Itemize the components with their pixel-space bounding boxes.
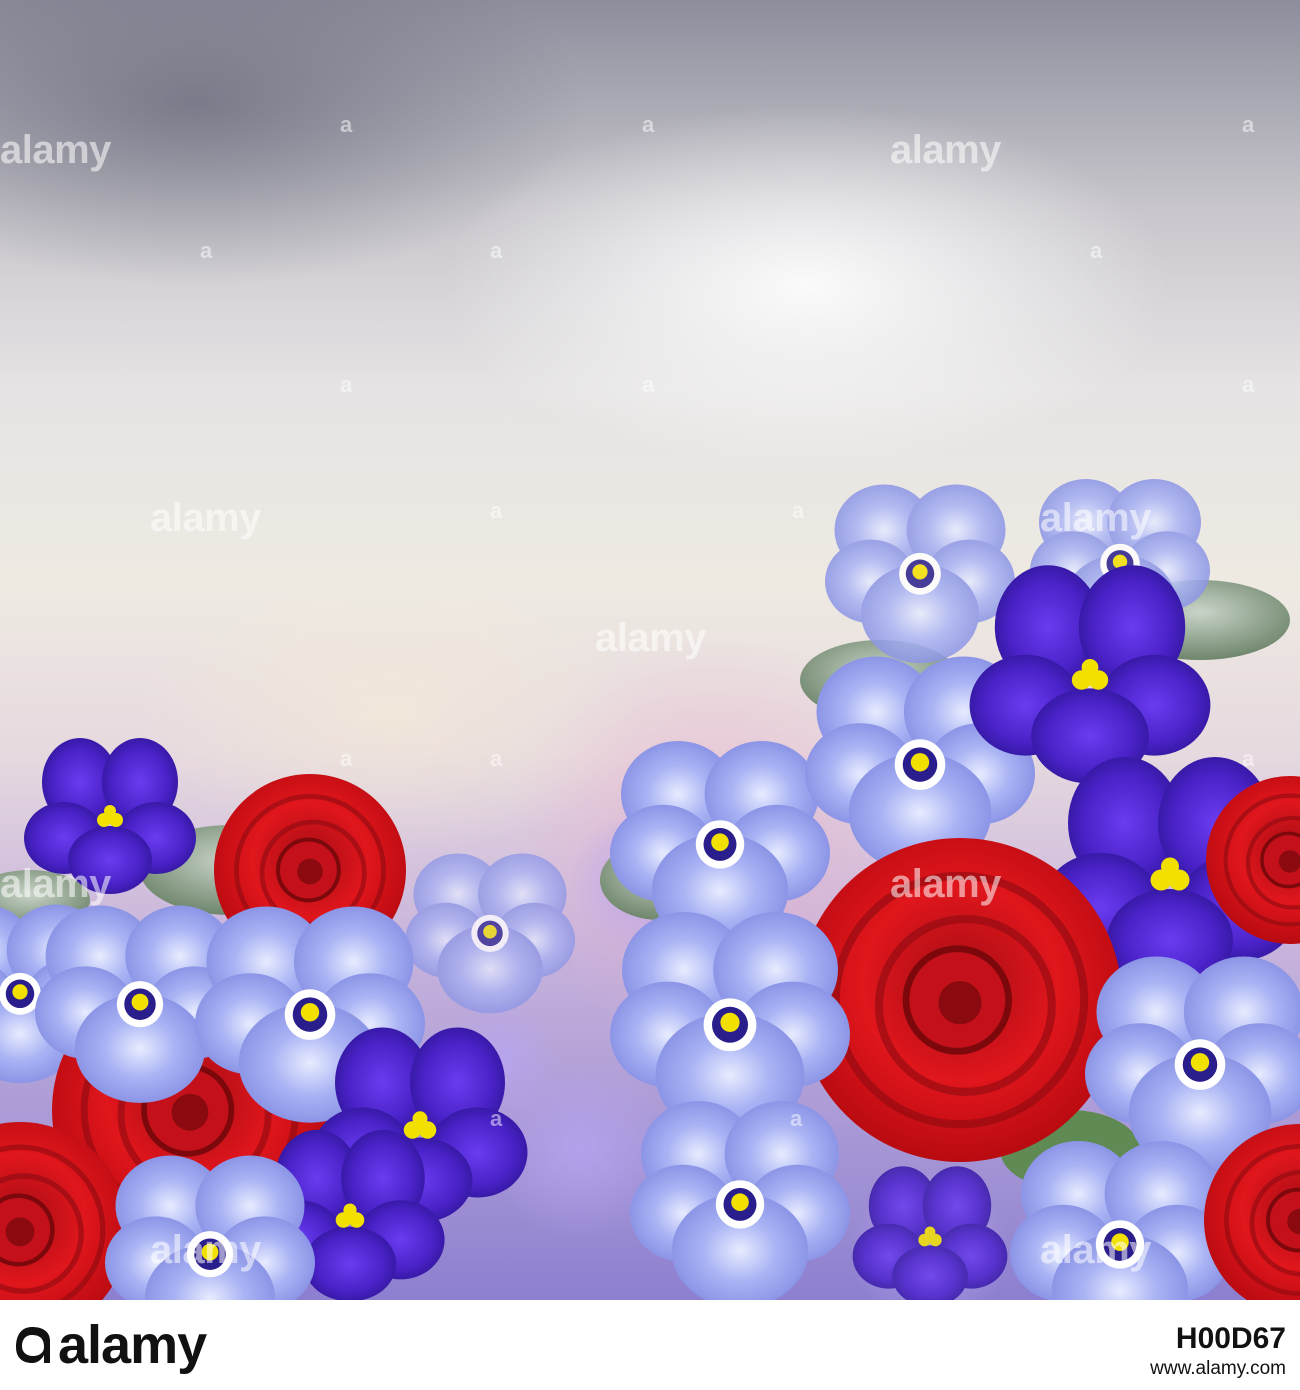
watermark-text: alamy: [0, 862, 111, 906]
alamy-a-logo-icon: a: [490, 498, 503, 523]
alamy-a-logo-icon: a: [642, 112, 655, 137]
alamy-logo: alamy: [12, 1308, 207, 1382]
image-id: H00D67: [1175, 1322, 1286, 1355]
alamy-a-logo-icon: a: [490, 746, 503, 771]
alamy-a-logo-icon: a: [790, 1106, 803, 1131]
alamy-a-logo-icon: a: [1090, 238, 1103, 263]
alamy-a-logo-icon: a: [490, 1106, 503, 1131]
watermark-text: alamy: [890, 128, 1001, 172]
alamy-a-logo-icon: a: [200, 238, 213, 263]
brand-name: alamy: [58, 1315, 207, 1375]
watermark-text: alamy: [150, 1228, 261, 1272]
alamy-a-logo-icon: a: [340, 112, 353, 137]
site-url[interactable]: www.alamy.com: [1150, 1358, 1286, 1380]
footer-bar: alamy H00D67 www.alamy.com: [0, 1300, 1300, 1390]
alamy-a-logo-icon: a: [340, 372, 353, 397]
watermark-text: alamy: [1040, 496, 1151, 540]
alamy-a-logo-icon: [16, 1327, 50, 1363]
alamy-a-logo-icon: a: [642, 372, 655, 397]
alamy-a-logo-icon: a: [1242, 112, 1255, 137]
alamy-a-logo-icon: a: [792, 498, 805, 523]
watermark-text: alamy: [890, 862, 1001, 906]
watermark-text: alamy: [150, 496, 261, 540]
watermark-text: alamy: [0, 128, 111, 172]
watermark-text: alamy: [1040, 1228, 1151, 1272]
watermark-text: alamy: [595, 616, 706, 660]
alamy-a-logo-icon: a: [1242, 372, 1255, 397]
alamy-a-logo-icon: a: [490, 238, 503, 263]
alamy-a-logo-icon: a: [1242, 746, 1255, 771]
flower-photo: alamy alamy alamy alamy alamy alamy alam…: [0, 0, 1300, 1300]
alamy-a-logo-icon: a: [340, 746, 353, 771]
stock-photo-page: alamy alamy alamy alamy alamy alamy alam…: [0, 0, 1300, 1390]
